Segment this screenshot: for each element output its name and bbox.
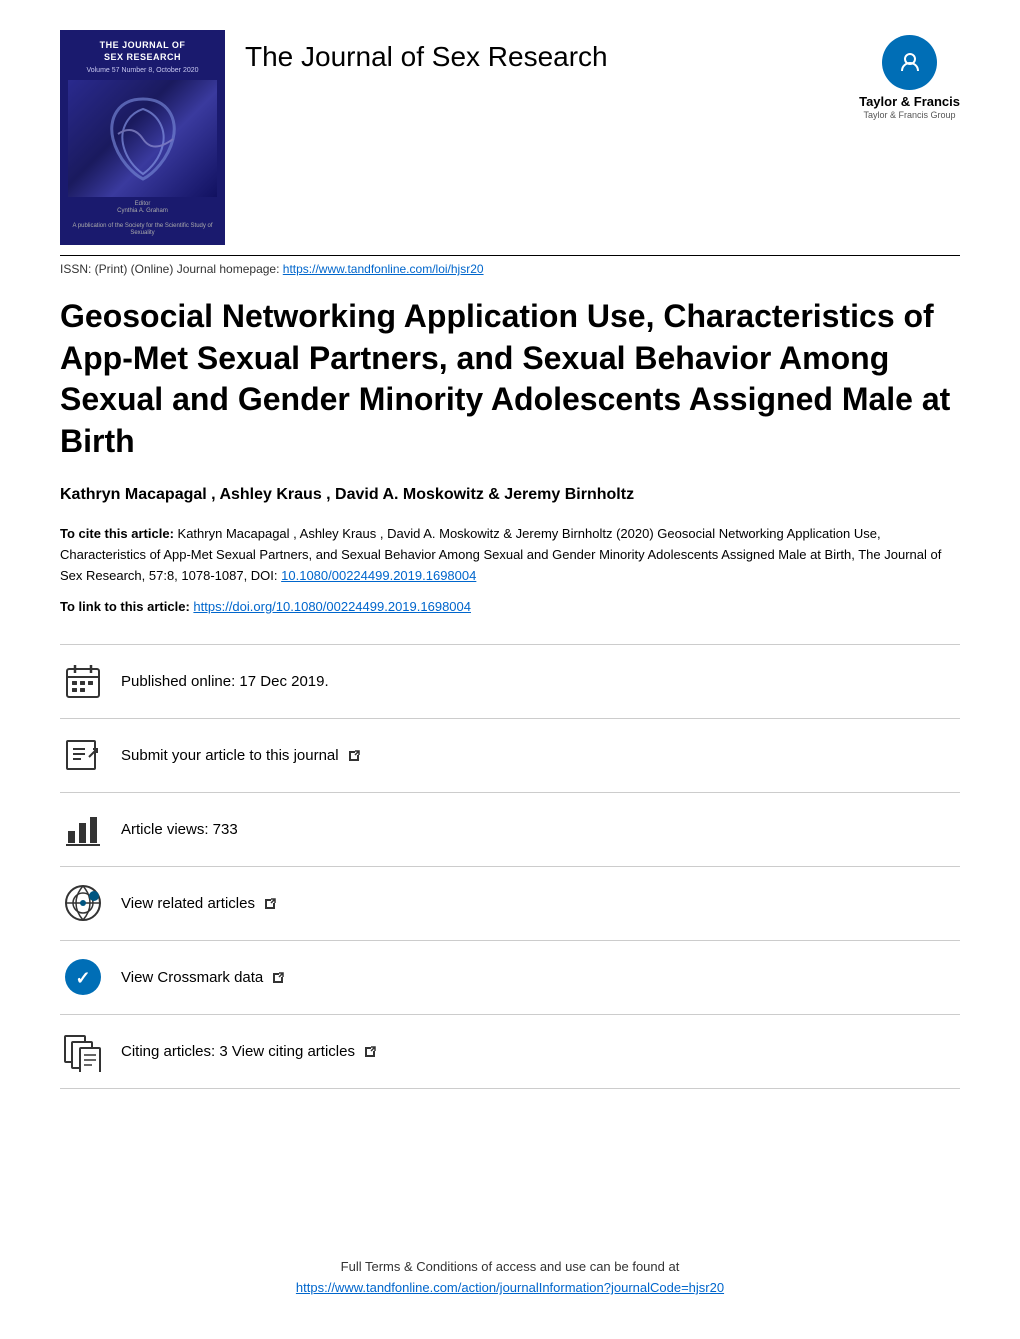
published-text: Published online: 17 Dec 2019. xyxy=(121,673,329,690)
authors: Kathryn Macapagal , Ashley Kraus , David… xyxy=(60,486,960,504)
tf-logo-subtext: Taylor & Francis Group xyxy=(864,110,956,120)
related-link[interactable]: View related articles xyxy=(121,895,259,912)
citation-doi-link[interactable]: 10.1080/00224499.2019.1698004 xyxy=(281,568,476,583)
footer-link[interactable]: https://www.tandfonline.com/action/journ… xyxy=(296,1280,724,1295)
tf-logo-circle xyxy=(882,35,937,90)
crossmark-text: View Crossmark data xyxy=(121,969,285,986)
page: The Journal ofSex Research Volume 57 Num… xyxy=(0,0,1020,1339)
journal-cover: The Journal ofSex Research Volume 57 Num… xyxy=(60,30,225,245)
issn-line: ISSN: (Print) (Online) Journal homepage:… xyxy=(60,262,960,276)
citing-link[interactable]: Citing articles: 3 View citing articles xyxy=(121,1043,359,1060)
calendar-icon xyxy=(60,659,105,704)
cover-subtitle: Volume 57 Number 8, October 2020 xyxy=(86,67,198,74)
action-item-crossmark[interactable]: ✓ View Crossmark data xyxy=(60,940,960,1014)
crossmark-link[interactable]: View Crossmark data xyxy=(121,969,267,986)
action-list: Published online: 17 Dec 2019. Submit yo… xyxy=(60,644,960,1089)
views-text: Article views: 733 xyxy=(121,821,238,838)
related-external-icon xyxy=(263,897,277,911)
action-item-related[interactable]: View related articles xyxy=(60,866,960,940)
article-title: Geosocial Networking Application Use, Ch… xyxy=(60,296,960,462)
citation-text: Kathryn Macapagal , Ashley Kraus , David… xyxy=(60,526,941,583)
cover-footer: EditorCynthia A. GrahamA publication of … xyxy=(68,201,217,237)
cover-title: The Journal ofSex Research xyxy=(100,40,186,63)
header: The Journal ofSex Research Volume 57 Num… xyxy=(60,30,960,245)
footer-line1: Full Terms & Conditions of access and us… xyxy=(0,1257,1020,1278)
submit-icon xyxy=(60,733,105,778)
header-left: The Journal ofSex Research Volume 57 Num… xyxy=(60,30,608,245)
link-label: To link to this article: xyxy=(60,599,190,614)
related-icon xyxy=(60,881,105,926)
citing-text: Citing articles: 3 View citing articles xyxy=(121,1043,377,1060)
journal-name: The Journal of Sex Research xyxy=(245,40,608,74)
issn-link[interactable]: https://www.tandfonline.com/loi/hjsr20 xyxy=(283,262,484,276)
citation-block: To cite this article: Kathryn Macapagal … xyxy=(60,524,960,586)
tf-logo-text: Taylor & Francis xyxy=(859,94,960,110)
action-item-published: Published online: 17 Dec 2019. xyxy=(60,644,960,718)
citing-external-icon xyxy=(363,1045,377,1059)
submit-link[interactable]: Submit your article to this journal xyxy=(121,747,343,764)
tf-logo: Taylor & Francis Taylor & Francis Group xyxy=(859,30,960,120)
related-text: View related articles xyxy=(121,895,277,912)
action-item-submit[interactable]: Submit your article to this journal xyxy=(60,718,960,792)
header-divider xyxy=(60,255,960,256)
action-item-views: Article views: 733 xyxy=(60,792,960,866)
cover-image xyxy=(68,80,217,197)
crossmark-icon: ✓ xyxy=(60,955,105,1000)
page-footer: Full Terms & Conditions of access and us… xyxy=(0,1257,1020,1299)
citation-label: To cite this article: xyxy=(60,526,174,541)
action-item-citing[interactable]: Citing articles: 3 View citing articles xyxy=(60,1014,960,1089)
link-line: To link to this article: https://doi.org… xyxy=(60,599,960,614)
article-link[interactable]: https://doi.org/10.1080/00224499.2019.16… xyxy=(193,599,471,614)
chart-icon xyxy=(60,807,105,852)
submit-text: Submit your article to this journal xyxy=(121,747,361,764)
citing-icon xyxy=(60,1029,105,1074)
svg-text:✓: ✓ xyxy=(75,968,90,988)
external-link-icon xyxy=(347,749,361,763)
journal-name-block: The Journal of Sex Research xyxy=(245,30,608,74)
crossmark-external-icon xyxy=(271,971,285,985)
